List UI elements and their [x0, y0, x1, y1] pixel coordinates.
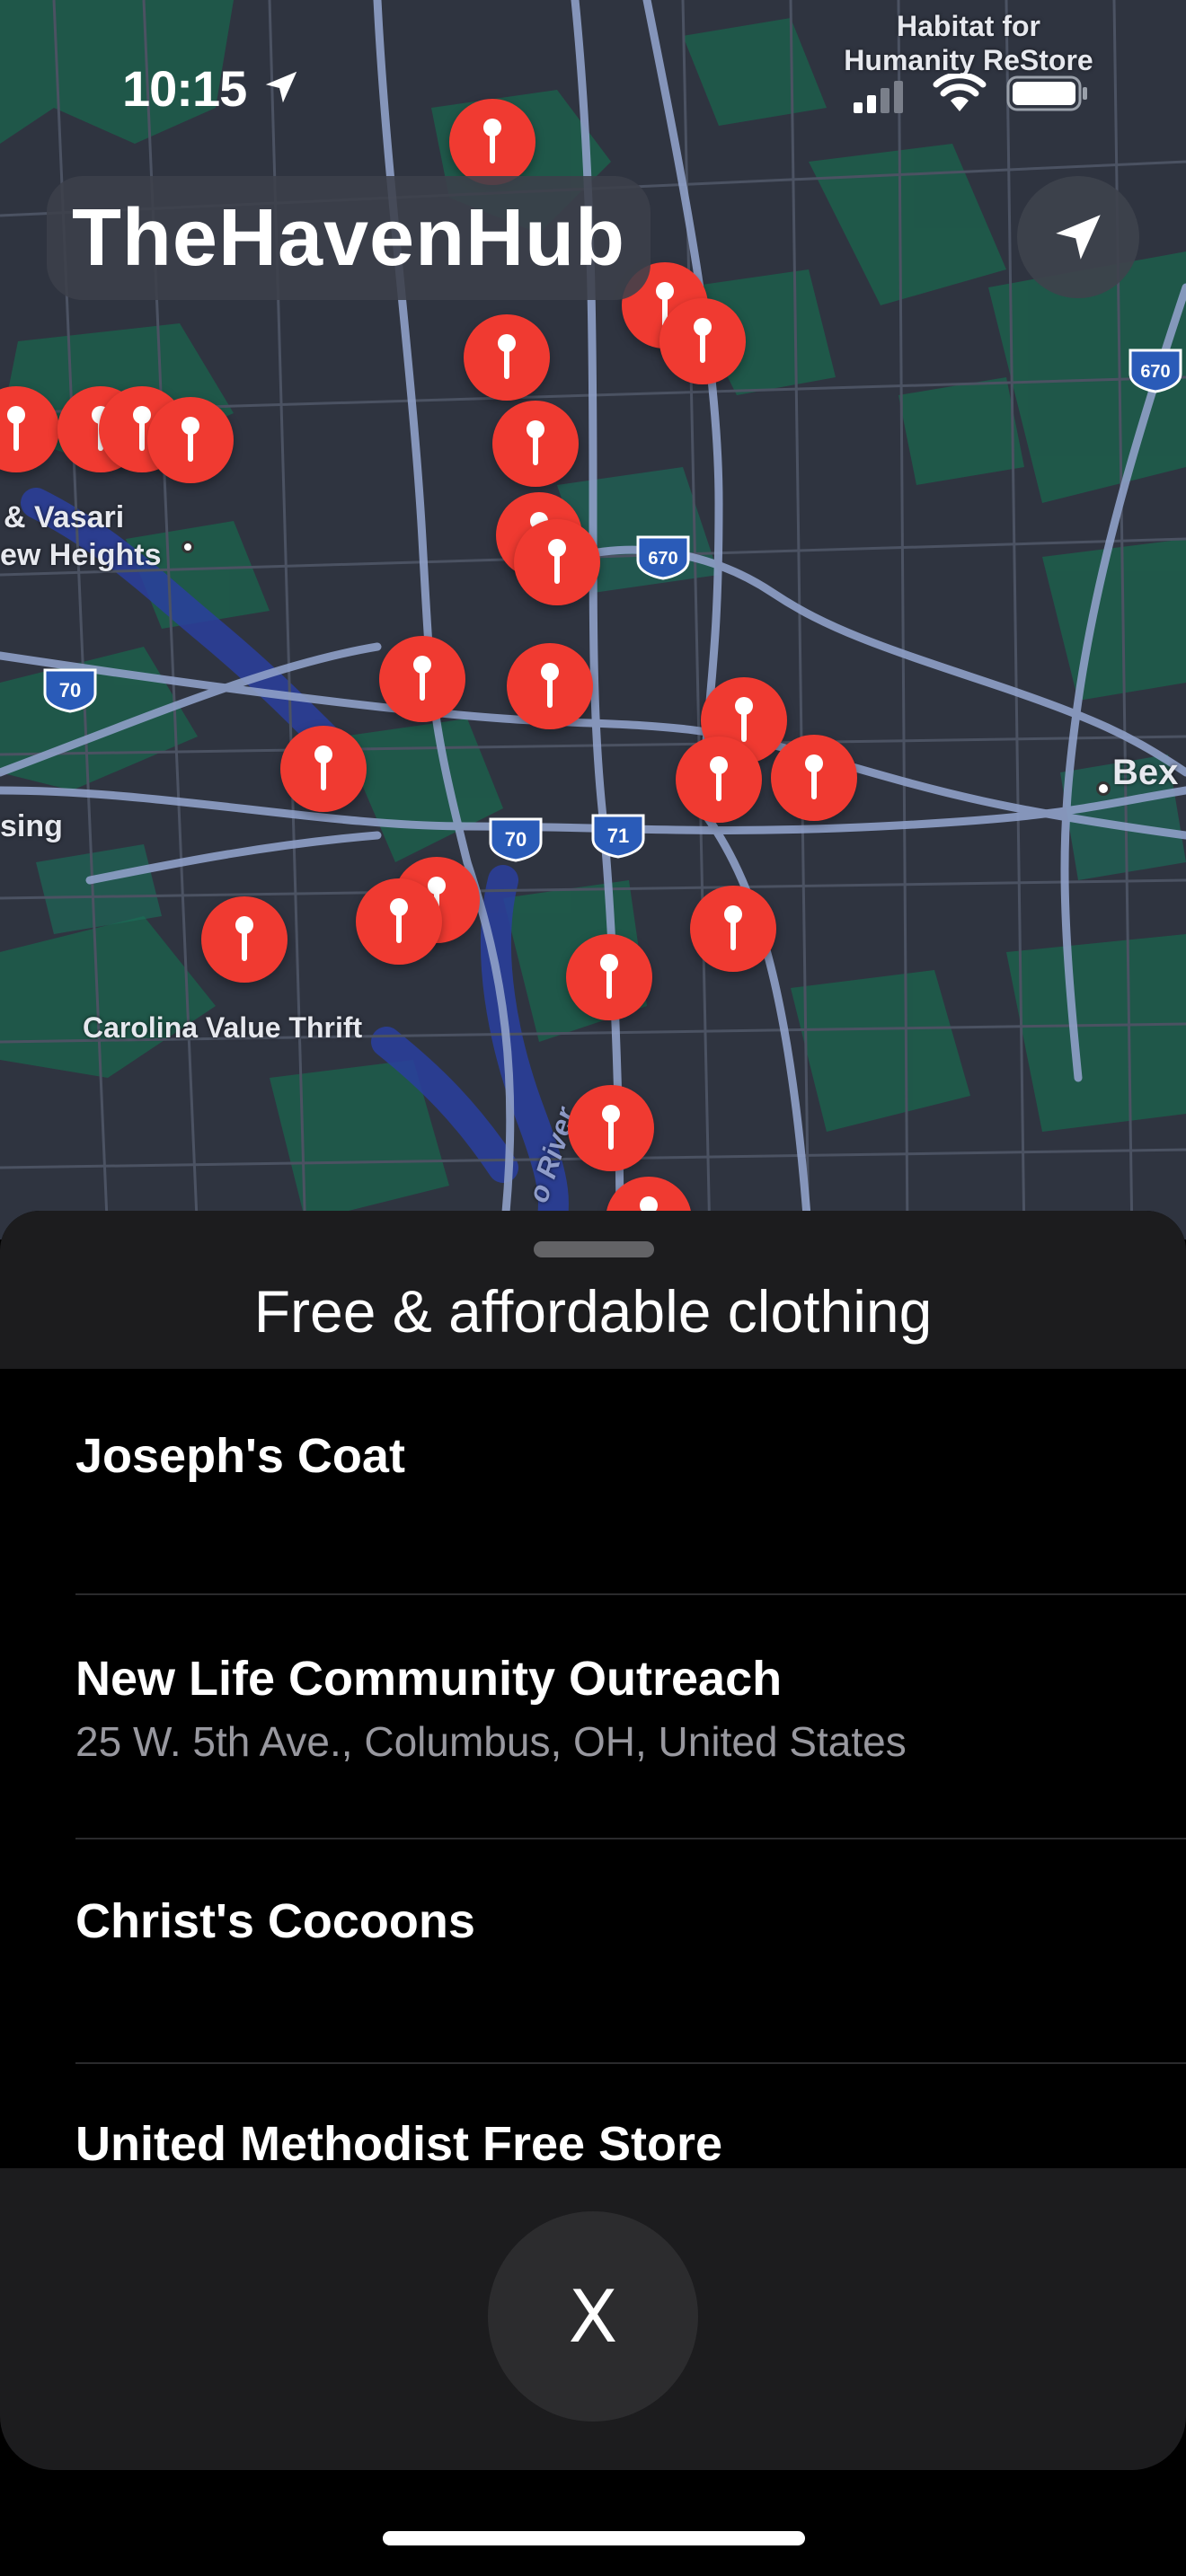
map-label-lansing: sing [0, 809, 63, 843]
map-label-carolina[interactable]: Carolina Value Thrift [83, 1010, 362, 1045]
map-pin-icon[interactable] [659, 298, 746, 384]
map-pin-icon[interactable] [201, 896, 288, 983]
list-item-name: United Methodist Free Store [75, 2117, 723, 2171]
status-time: 10:15 [122, 60, 247, 117]
map-label-habitat[interactable]: Habitat for Humanity ReStore [825, 9, 1112, 77]
location-arrow-icon [1056, 215, 1101, 260]
map-pin-icon[interactable] [568, 1085, 654, 1171]
list-item[interactable]: New Life Community Outreach 25 W. 5th Av… [0, 1595, 1186, 1838]
list-item-name: Joseph's Coat [75, 1429, 405, 1483]
list-item-name: New Life Community Outreach [75, 1652, 783, 1706]
map-dot [181, 541, 194, 553]
home-indicator[interactable] [383, 2531, 805, 2545]
shield-number: 670 [648, 549, 677, 569]
location-arrow-icon [265, 71, 297, 103]
interstate-shield-670: 670 [1128, 348, 1182, 393]
shield-number: 670 [1140, 362, 1170, 382]
map-pin-icon[interactable] [690, 886, 776, 972]
map-pin-icon[interactable] [566, 934, 652, 1020]
locate-me-button[interactable] [1017, 176, 1139, 298]
sheet-grabber[interactable] [534, 1241, 654, 1257]
sheet-title: Free & affordable clothing [253, 1278, 933, 1345]
map-pin-icon[interactable] [147, 397, 234, 483]
map-label-vasari: & Vasari [4, 500, 125, 534]
sheet-header[interactable]: Free & affordable clothing [0, 1211, 1186, 1369]
map-pin-icon[interactable] [771, 735, 857, 821]
list-item-name: Christ's Cocoons [75, 1894, 475, 1948]
map-pin-icon[interactable] [507, 643, 593, 729]
app-title-pill: TheHavenHub [47, 176, 651, 300]
map-pin-icon[interactable] [514, 519, 600, 605]
app-title: TheHavenHub [71, 192, 626, 283]
map-label-heights: ew Heights [0, 538, 162, 572]
shield-number: 70 [505, 828, 527, 851]
map-pin-icon[interactable] [280, 726, 367, 812]
list-item-address: 25 W. 5th Ave., Columbus, OH, United Sta… [75, 1718, 907, 1765]
map-pin-icon[interactable] [379, 636, 465, 722]
interstate-shield-71: 71 [591, 814, 645, 859]
map-dot [1096, 781, 1111, 796]
interstate-shield-70: 70 [43, 668, 97, 713]
interstate-shield-70b: 70 [489, 817, 543, 862]
cellular-signal-icon [854, 81, 903, 113]
sheet-footer: X [0, 2168, 1186, 2470]
map-pin-icon[interactable] [449, 99, 535, 185]
map-label-bexley: Bex [1112, 753, 1179, 792]
shield-number: 71 [607, 825, 629, 847]
list-item[interactable]: Joseph's Coat [0, 1369, 1186, 1593]
list-item[interactable]: Christ's Cocoons [0, 1839, 1186, 2062]
map-pin-icon[interactable] [676, 737, 762, 823]
map-view[interactable]: Habitat for Humanity ReStore & Vasari ew… [0, 0, 1186, 1239]
wifi-icon [933, 74, 987, 111]
map-pin-icon[interactable] [492, 401, 579, 487]
interstate-shield-670b: 670 [636, 535, 690, 580]
battery-icon [1006, 75, 1087, 111]
map-pin-icon[interactable] [356, 878, 442, 965]
map-pin-icon[interactable] [464, 314, 550, 401]
shield-number: 70 [59, 679, 81, 701]
close-button[interactable]: X [488, 2211, 698, 2422]
